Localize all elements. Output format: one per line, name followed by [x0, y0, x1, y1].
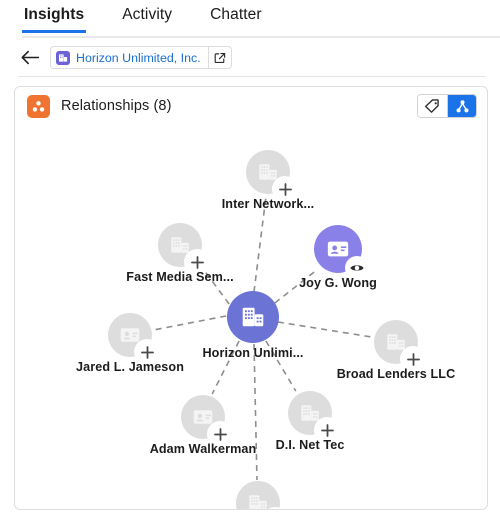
relationships-card: Relationships (8) Inter Network... Fast … [14, 86, 488, 510]
node-avatar[interactable] [314, 225, 369, 280]
breadcrumb-chip-group: Horizon Unlimited, Inc. [50, 46, 232, 69]
breadcrumb-account-label: Horizon Unlimited, Inc. [76, 50, 201, 65]
tag-view-toggle[interactable] [418, 95, 447, 117]
node-avatar[interactable] [246, 150, 298, 202]
plus-icon[interactable] [272, 176, 298, 202]
tab-activity[interactable]: Activity [120, 6, 174, 33]
plus-icon[interactable] [134, 339, 160, 365]
graph-edge [274, 269, 318, 304]
node-avatar[interactable] [181, 395, 233, 447]
card-header: Relationships (8) [15, 87, 487, 125]
network-view-toggle[interactable] [447, 95, 476, 117]
graph-edge [253, 196, 267, 293]
card-title: Relationships (8) [61, 98, 172, 114]
relationships-card-wrapper: Relationships (8) Inter Network... Fast … [0, 77, 500, 522]
eye-icon[interactable] [345, 256, 369, 280]
building-icon [56, 50, 70, 65]
plus-icon[interactable] [314, 417, 340, 443]
plus-icon[interactable] [184, 249, 210, 275]
view-toggle-group [417, 94, 477, 118]
node-avatar[interactable] [108, 313, 160, 365]
contact-icon [327, 241, 349, 257]
tab-insights[interactable]: Insights [22, 6, 87, 33]
node-avatar[interactable] [227, 291, 279, 343]
building-icon [249, 495, 267, 509]
breadcrumb: Horizon Unlimited, Inc. [0, 38, 500, 77]
graph-edge [277, 321, 372, 338]
graph-edge [153, 315, 227, 331]
relationship-graph: Inter Network... Fast Media Sem... Joy G… [15, 117, 487, 509]
building-icon [242, 307, 264, 327]
graph-edge [211, 340, 240, 395]
arrow-left-icon[interactable] [20, 48, 40, 68]
node-avatar[interactable] [374, 320, 426, 372]
plus-icon[interactable] [207, 421, 233, 447]
node-avatar[interactable] [158, 223, 210, 275]
plus-icon[interactable] [400, 346, 426, 372]
external-link-icon[interactable] [207, 47, 231, 68]
graph-edge [253, 343, 258, 481]
node-avatar[interactable] [288, 391, 340, 443]
tab-bar: Insights Activity Chatter [0, 0, 500, 38]
graph-edge [265, 340, 297, 392]
relationships-icon [27, 94, 50, 118]
tab-chatter[interactable]: Chatter [208, 6, 264, 33]
breadcrumb-account-chip[interactable]: Horizon Unlimited, Inc. [51, 47, 208, 68]
